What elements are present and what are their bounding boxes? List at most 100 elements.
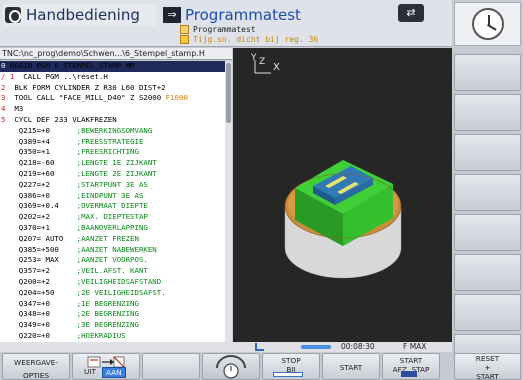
vertical-softkey-2[interactable] (454, 94, 521, 131)
program-line[interactable]: Q218=-60 ;LENGTE 1E ZIJKANT (0, 158, 225, 169)
start-softkey[interactable]: START (322, 353, 380, 380)
view-options-line1: WEERGAVE- (14, 358, 58, 367)
line-comment: ;FREESSTRATEGIE (76, 136, 144, 146)
line-comment: ;MAX. DIEPTESTAP (76, 212, 148, 222)
line-comment: ;VEIL.AFST. KANT (76, 266, 148, 276)
line-code: Q219=+60 (1, 168, 77, 178)
vertical-softkey-3[interactable] (454, 134, 521, 171)
feed-rate: F MAX (403, 342, 427, 351)
program-line[interactable]: Q200=+2 ;VEILIGHEIDSAFSTAND (0, 277, 225, 288)
program-line[interactable]: Q370=+1 ;BAANOVERLAPPING (0, 223, 225, 234)
program-scrollbar[interactable] (225, 61, 232, 342)
line-comment: ;3E BEGRENZING (76, 320, 139, 330)
reset-line2: + (484, 363, 491, 372)
program-line[interactable]: 5 CYCL DEF 233 VLAKFREZEN (0, 115, 225, 126)
stop-at-softkey[interactable]: STOP BIJ (262, 353, 320, 380)
program-line[interactable]: 2 BLK FORM CYLINDER Z R30 L60 DIST+2 (0, 83, 225, 94)
start-single-line1: START (399, 356, 423, 365)
program-line[interactable]: Q227=+2 ;STARTPUNT 3E AS (0, 180, 225, 191)
clock (454, 2, 521, 46)
vertical-softkey-4[interactable] (454, 174, 521, 211)
manual-mode-icon (5, 7, 21, 23)
view-options-line2: OPTIES (23, 371, 49, 380)
program-line[interactable]: Q386=+0 ;EINDPUNT 3E AS (0, 191, 225, 202)
program-line[interactable]: Q253= MAX ;AANZET VOORPOS. (0, 255, 225, 266)
line-code: Q218=-60 (1, 158, 77, 168)
line-comment: ;OVERMAAT DIEPTE (76, 201, 148, 211)
file-path: TNC:\nc_prog\demo\Schwen...\6_Stempel_st… (0, 48, 232, 60)
vertical-softkey-7[interactable] (454, 294, 521, 331)
program-line[interactable]: Q219=+60 ;LENGTE 2E ZIJKANT (0, 169, 225, 180)
cnc-screen: Handbediening ⇒ Programmatest Programmat… (0, 0, 523, 380)
status-bar: 00:08:30 F MAX (233, 342, 452, 352)
line-comment: ;HOEKRADIUS (76, 330, 126, 340)
line-comment: ;2E VEILIGHEIDSAFST. (76, 287, 166, 297)
softkey-bar: WEERGAVE- OPTIES UIT AAN STOP BIJ START … (0, 352, 452, 380)
program-line[interactable]: 0 BEGIN PGM 6_STEMPEL_STAMP MM (0, 61, 225, 72)
vertical-softkey-6[interactable] (454, 254, 521, 291)
sub-title: Programmatest (193, 25, 256, 34)
program-line[interactable]: Q220=+0 ;HOEKRADIUS (0, 331, 225, 342)
program-listing[interactable]: 0 BEGIN PGM 6_STEMPEL_STAMP MM/ 1 CALL P… (0, 61, 225, 342)
svg-text:Y: Y (250, 53, 257, 63)
program-line[interactable]: Q385=+500 ;AANZET NABEWERKEN (0, 245, 225, 256)
program-line[interactable]: 4 M3 (0, 104, 225, 115)
line-code: Q215=+0 (1, 125, 77, 135)
clock-icon (471, 8, 504, 40)
program-line[interactable]: Q207= AUTO ;AANZET FREZEN (0, 234, 225, 245)
stop-line1: STOP (281, 356, 301, 365)
mode-program-test[interactable]: ⇒ Programmatest (163, 4, 363, 26)
start-single-block-softkey[interactable]: START AFZ. STAP (382, 353, 440, 380)
start-label: START (339, 363, 363, 372)
feed-dial-icon (216, 355, 246, 379)
line-code: Q220=+0 (1, 330, 77, 340)
line-comment: ;AANZET FREZEN (76, 233, 139, 243)
line-comment: ;LENGTE 1E ZIJKANT (76, 158, 157, 168)
workpiece-3d-graphic: Y Z (250, 53, 402, 279)
program-line[interactable]: Q215=+0 ;BEWERKINGSOMVANG (0, 126, 225, 137)
line-code: Q385=+500 (1, 244, 77, 254)
line-code: Q347=+0 (1, 298, 77, 308)
line-code: Q357=+2 (1, 266, 77, 276)
program-line[interactable]: Q369=+0.4 ;OVERMAAT DIEPTE (0, 201, 225, 212)
off-on-softkey[interactable]: UIT AAN (72, 353, 140, 380)
line-comment: ;2E BEGRENZING (76, 309, 139, 319)
scrollbar-thumb[interactable] (226, 63, 231, 123)
line-code: Q349=+0 (1, 320, 77, 330)
program-icon (180, 25, 189, 34)
mode-manual-label: Handbediening (26, 6, 140, 24)
program-line[interactable]: Q348=+0 ;2E BEGRENZING (0, 309, 225, 320)
program-line[interactable]: Q202=+2 ;MAX. DIEPTESTAP (0, 212, 225, 223)
vertical-softkey-5[interactable] (454, 214, 521, 251)
feed-dial-softkey[interactable] (202, 353, 260, 380)
reset-start-softkey[interactable]: RESET + START (454, 353, 521, 380)
program-line[interactable]: 3 TOOL CALL "FACE_MILL_D40" Z S2000 F100… (0, 93, 225, 104)
program-line[interactable]: Q349=+0 ;3E BEGRENZING (0, 320, 225, 331)
line-code: Q200=+2 (1, 276, 77, 286)
switch-screen-icon[interactable]: ⇄ (398, 4, 424, 22)
simulation-view[interactable]: Y Z X (233, 48, 452, 342)
line-comment: ;AANZET NABEWERKEN (76, 244, 157, 254)
line-code: CALL PGM ..\reset.H (14, 71, 108, 81)
program-line[interactable]: Q350=+1 ;FREESRICHTING (0, 147, 225, 158)
program-line[interactable]: / 1 CALL PGM ..\reset.H (0, 72, 225, 83)
line-code: Q369=+0.4 (1, 201, 77, 211)
program-line[interactable]: Q204=+50 ;2E VEILIGHEIDSAFST. (0, 288, 225, 299)
view-options-softkey[interactable]: WEERGAVE- OPTIES (2, 353, 70, 380)
line-code: TOOL CALL "FACE_MILL_D40" Z S2000 (5, 93, 166, 103)
blank-softkey[interactable] (142, 353, 200, 380)
axis-x-label: X (273, 62, 280, 73)
program-line[interactable]: Q357=+2 ;VEIL.AFST. KANT (0, 266, 225, 277)
line-comment: ;AANZET VOORPOS. (76, 255, 148, 265)
line-code: Q386=+0 (1, 190, 77, 200)
vertical-softkey-1[interactable] (454, 54, 521, 91)
program-line[interactable]: Q389=+4 ;FREESSTRATEGIE (0, 137, 225, 148)
line-comment: ;BEWERKINGSOMVANG (76, 125, 153, 135)
program-line[interactable]: Q347=+0 ;1E BEGRENZING (0, 299, 225, 310)
line-comment: ;1E BEGRENZING (76, 298, 139, 308)
line-code: Q204=+50 (1, 287, 77, 297)
line-code: Q348=+0 (1, 309, 77, 319)
off-label: UIT (84, 367, 96, 376)
on-label: AAN (101, 367, 126, 378)
mode-manual-operation[interactable]: Handbediening (3, 4, 156, 26)
